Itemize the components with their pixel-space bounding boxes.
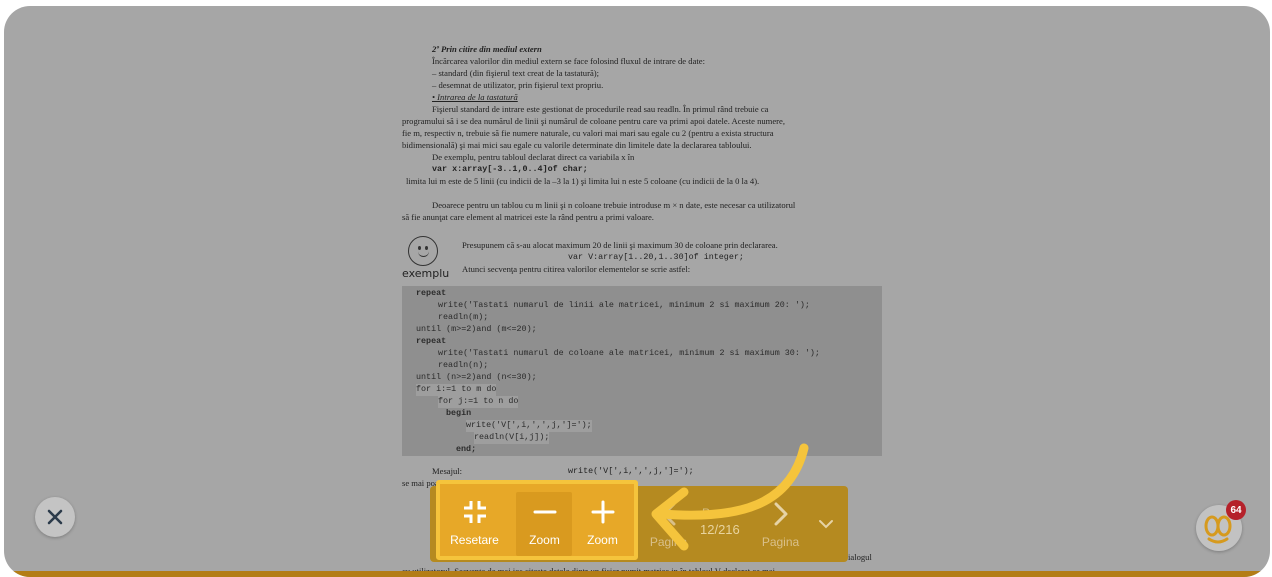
doc-line: Încărcarea valorilor din mediul extern s… <box>432 56 705 66</box>
code-line: begin <box>446 408 472 418</box>
collapse-icon <box>446 498 503 526</box>
doc-code-line: var x:array[-3..1,0..4]of char; <box>432 164 588 174</box>
reset-zoom-label: Resetare <box>450 533 499 547</box>
chevron-right-icon <box>752 500 809 528</box>
code-line: readln(n); <box>438 360 489 370</box>
close-icon <box>47 509 63 525</box>
doc-line: limita lui m este de 5 linii (cu indicii… <box>406 176 760 186</box>
code-line: write('Tastati numarul de linii ale matr… <box>438 300 810 310</box>
doc-code-line: var V:array[1..20,1..30]of integer; <box>568 252 744 262</box>
code-line: repeat <box>416 288 447 298</box>
code-line: for i:=1 to m do <box>416 384 497 396</box>
doc-line: programului să i se dea numărul de linii… <box>402 116 786 126</box>
chevron-left-icon <box>640 500 697 528</box>
doc-line: • Intrarea de la tastatură <box>432 92 518 102</box>
doc-line: Atunci secvenţa pentru citirea valorilor… <box>462 264 691 274</box>
zoom-out-label: Zoom <box>529 533 560 547</box>
notification-badge: 64 <box>1226 500 1246 520</box>
zoom-in-button[interactable]: Zoom <box>574 484 631 560</box>
bottom-strip <box>4 571 1270 577</box>
prev-page-label: Pagina <box>649 535 688 549</box>
close-button[interactable] <box>35 497 75 537</box>
doc-line: să fie anunţat care element al matricei … <box>402 212 654 222</box>
doc-line: Presupunem că s-au alocat maximum 20 de … <box>462 240 778 250</box>
minus-icon <box>516 498 573 526</box>
chevron-down-icon[interactable] <box>818 516 834 534</box>
code-line: write('Tastati numarul de coloane ale ma… <box>438 348 820 358</box>
reset-zoom-button[interactable]: Resetare <box>446 484 503 560</box>
code-line: until (n>=2)and (n<=30); <box>416 372 537 382</box>
code-line: for j:=1 to n do <box>438 396 519 408</box>
doc-line: Deoarece pentru un tablou cu m linii şi … <box>432 200 796 210</box>
code-block: repeat write('Tastati numarul de linii a… <box>402 286 882 456</box>
exemplu-label: exemplu <box>402 267 450 280</box>
code-line: repeat <box>416 336 447 346</box>
mesajul-code: write('V[',i,',',j,']='); <box>568 466 694 476</box>
code-line: readln(V[i,j]); <box>474 432 550 444</box>
plus-icon <box>574 498 631 526</box>
zoom-out-button[interactable]: Zoom <box>516 484 573 560</box>
next-page-label: Pagina <box>761 535 800 549</box>
doc-line: – standard (din fişierul text creat de l… <box>432 68 600 78</box>
mesajul-label: Mesajul: <box>432 466 463 476</box>
page-counter: 12/216 <box>700 522 740 537</box>
code-line: write('V[',i,',',j,']='); <box>466 420 592 432</box>
doc-line: – desemnat de utilizator, prin fişierul … <box>432 80 604 90</box>
doc-heading: 2º Prin citire din mediul extern <box>432 44 542 54</box>
doc-line: bidimensională) şi mai mici sau egale cu… <box>402 140 752 150</box>
next-page-button[interactable]: Pagina <box>752 486 809 562</box>
code-line: until (m>=2)and (m<=20); <box>416 324 537 334</box>
code-line: readln(m); <box>438 312 489 322</box>
smiley-icon <box>408 236 438 266</box>
zoom-controls-highlight: Resetare Zoom Zoom <box>436 480 638 560</box>
prev-page-button[interactable]: Pagina <box>640 486 697 562</box>
doc-line: Fişierul standard de intrare este gestio… <box>432 104 769 114</box>
code-line: end; <box>456 444 477 454</box>
doc-line: fie m, respectiv n, trebuie să fie numer… <box>402 128 774 138</box>
page-top-label: Pa <box>702 506 717 520</box>
doc-line: De exemplu, pentru tabloul declarat dire… <box>432 152 635 162</box>
zoom-in-label: Zoom <box>587 533 618 547</box>
doc-line-fragment: ialogul <box>848 552 872 562</box>
